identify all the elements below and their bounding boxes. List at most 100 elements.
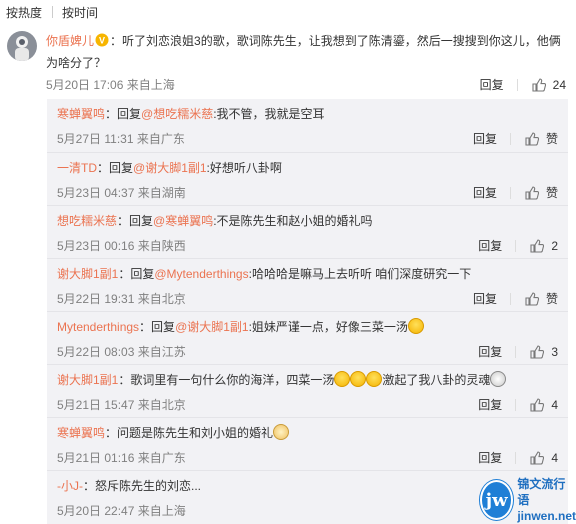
- reply-actions: 回复 赞: [473, 184, 558, 201]
- reply-actions: 回复 4: [478, 396, 558, 413]
- list-item: 寒蝉翼鸣：问题是陈先生和刘小姐的婚礼 5月21日 01:16 来自广东 回复 4: [47, 417, 568, 470]
- like-button[interactable]: 3: [530, 345, 558, 359]
- action-divider: [516, 78, 518, 91]
- reply-button[interactable]: 回复: [478, 449, 502, 466]
- avatar[interactable]: [7, 31, 37, 61]
- like-count: 4: [551, 450, 558, 465]
- mention-link[interactable]: @想吃糯米慈: [141, 107, 213, 121]
- reply-prefix: ：回复: [97, 161, 134, 175]
- reply-timestamp: 5月23日 04:37 来自湖南: [57, 186, 186, 200]
- thumbs-up-icon: [530, 397, 545, 412]
- reply-timestamp: 5月27日 11:31 来自广东: [57, 132, 185, 146]
- svg-text:V: V: [99, 36, 105, 46]
- reply-timestamp: 5月20日 22:47 来自上海: [57, 504, 186, 518]
- like-button[interactable]: 赞: [525, 290, 558, 307]
- like-button[interactable]: 24: [532, 78, 566, 92]
- reply-button[interactable]: 回复: [478, 343, 502, 360]
- like-count: 24: [552, 77, 566, 92]
- reply-body: :姐妹严谨一点，好像三菜一汤: [248, 320, 408, 334]
- like-count: 2: [551, 238, 558, 253]
- laughing-emoji-icon: [366, 371, 383, 387]
- like-count: 赞: [545, 132, 558, 146]
- sort-by-hot-tab[interactable]: 按热度: [6, 4, 42, 21]
- reply-body: :哈哈哈是嘛马上去听听 咱们深度研究一下: [248, 267, 472, 281]
- action-divider: [509, 292, 511, 305]
- reply-prefix: ：: [83, 479, 96, 493]
- thumbs-up-icon: [530, 344, 545, 359]
- vip-badge-icon: V: [95, 32, 109, 47]
- laughing-emoji-icon: [350, 371, 367, 387]
- like-count: 3: [551, 344, 558, 359]
- reply-actions: 回复 2: [478, 237, 558, 254]
- action-divider: [515, 239, 517, 252]
- like-button[interactable]: 赞: [525, 184, 558, 201]
- reply-prefix: ：回复: [139, 320, 176, 334]
- thumbs-up-icon: [525, 185, 539, 200]
- reply-text: 谢大脚1副1：歌词里有一句什么你的海洋，四菜一汤 激起了我八卦的灵魂: [57, 371, 557, 389]
- watermark-site-name: 锦文流行语: [517, 477, 566, 507]
- watermark-text: 锦文流行语 jinwen.net: [517, 476, 576, 524]
- thumbs-up-icon: [530, 450, 545, 465]
- laughing-emoji-icon: [334, 371, 351, 387]
- reply-author[interactable]: 寒蝉翼鸣: [57, 107, 105, 121]
- watermark-logo: jw: [480, 480, 514, 520]
- sort-bar: 按热度 按时间: [0, 0, 576, 24]
- mention-link[interactable]: @寒蝉翼鸣: [153, 214, 213, 228]
- like-button[interactable]: 4: [530, 451, 558, 465]
- laughing-emoji-icon: [407, 318, 424, 334]
- sort-by-time-tab[interactable]: 按时间: [62, 4, 98, 21]
- like-button[interactable]: 赞: [525, 130, 558, 147]
- list-item: 谢大脚1副1：歌词里有一句什么你的海洋，四菜一汤 激起了我八卦的灵魂 5月21日 …: [47, 364, 568, 417]
- mention-link[interactable]: @谢大脚1副1: [133, 161, 207, 175]
- ghost-emoji-icon: [490, 371, 507, 387]
- reply-body: 问题是陈先生和刘小姐的婚礼: [117, 426, 274, 440]
- like-button[interactable]: 4: [530, 398, 558, 412]
- mention-link[interactable]: @谢大脚1副1: [175, 320, 249, 334]
- like-count: 赞: [545, 292, 558, 306]
- reply-text: 寒蝉翼鸣：问题是陈先生和刘小姐的婚礼: [57, 424, 557, 442]
- list-item: 一清TD：回复@谢大脚1副1:好想听八卦啊 5月23日 04:37 来自湖南 回…: [47, 152, 568, 205]
- comment-body: ：听了刘恋浪姐3的歌，歌词陈先生，让我想到了陈清鎏，然后一搜搜到你这儿，他俩为啥…: [46, 34, 561, 70]
- reply-body: :好想听八卦啊: [206, 161, 282, 175]
- reply-timestamp: 5月23日 00:16 来自陕西: [57, 239, 186, 253]
- thumbs-up-icon: [525, 291, 539, 306]
- reply-actions: 回复 4: [478, 449, 558, 466]
- reply-timestamp: 5月21日 01:16 来自广东: [57, 451, 186, 465]
- action-divider: [515, 398, 517, 411]
- reply-text: 一清TD：回复@谢大脚1副1:好想听八卦啊: [57, 159, 557, 177]
- reply-actions: 回复 3: [478, 343, 558, 360]
- list-item: 想吃糯米慈：回复@寒蝉翼鸣:不是陈先生和赵小姐的婚礼吗 5月23日 00:16 …: [47, 205, 568, 258]
- comment-author[interactable]: 你盾婢儿: [46, 34, 94, 48]
- mention-link[interactable]: @Mytenderthings: [154, 267, 248, 281]
- list-item: Mytenderthings：回复@谢大脚1副1:姐妹严谨一点，好像三菜一汤 5…: [47, 311, 568, 364]
- reply-body-continued: 激起了我八卦的灵魂: [382, 373, 491, 387]
- reply-button[interactable]: 回复: [473, 184, 497, 201]
- like-button[interactable]: 2: [530, 239, 558, 253]
- reply-prefix: ：回复: [117, 214, 154, 228]
- main-comment-text: 你盾婢儿 V ：听了刘恋浪姐3的歌，歌词陈先生，让我想到了陈清鎏，然后一搜搜到你这儿…: [46, 30, 564, 74]
- reply-button[interactable]: 回复: [480, 76, 504, 93]
- tab-divider: [52, 6, 54, 18]
- reply-body: :我不管，我就是空耳: [213, 107, 325, 121]
- reply-button[interactable]: 回复: [473, 290, 497, 307]
- reply-timestamp: 5月21日 15:47 来自北京: [57, 398, 186, 412]
- action-divider: [509, 186, 511, 199]
- main-comment: 你盾婢儿 V ：听了刘恋浪姐3的歌，歌词陈先生，让我想到了陈清鎏，然后一搜搜到你这儿…: [0, 27, 576, 99]
- reply-actions: 回复 赞: [473, 130, 558, 147]
- list-item: 谢大脚1副1：回复@Mytenderthings:哈哈哈是嘛马上去听听 咱们深度…: [47, 258, 568, 311]
- reply-timestamp: 5月22日 19:31 来自北京: [57, 292, 186, 306]
- list-item: 寒蝉翼鸣：回复@想吃糯米慈:我不管，我就是空耳 5月27日 11:31 来自广东…: [47, 99, 568, 152]
- reply-button[interactable]: 回复: [473, 130, 497, 147]
- watermark: jw 锦文流行语 jinwen.net: [480, 476, 576, 524]
- reply-author[interactable]: 想吃糯米慈: [57, 214, 117, 228]
- reply-button[interactable]: 回复: [478, 396, 502, 413]
- reply-author[interactable]: 寒蝉翼鸣: [57, 426, 105, 440]
- reply-prefix: ：: [118, 373, 131, 387]
- reply-author[interactable]: -小J-: [57, 479, 83, 493]
- reply-button[interactable]: 回复: [478, 237, 502, 254]
- reply-author[interactable]: Mytenderthings: [57, 320, 139, 334]
- reply-prefix: ：回复: [105, 107, 142, 121]
- reply-author[interactable]: 谢大脚1副1: [57, 373, 118, 387]
- reply-author[interactable]: 谢大脚1副1: [57, 267, 118, 281]
- reply-author[interactable]: 一清TD: [57, 161, 97, 175]
